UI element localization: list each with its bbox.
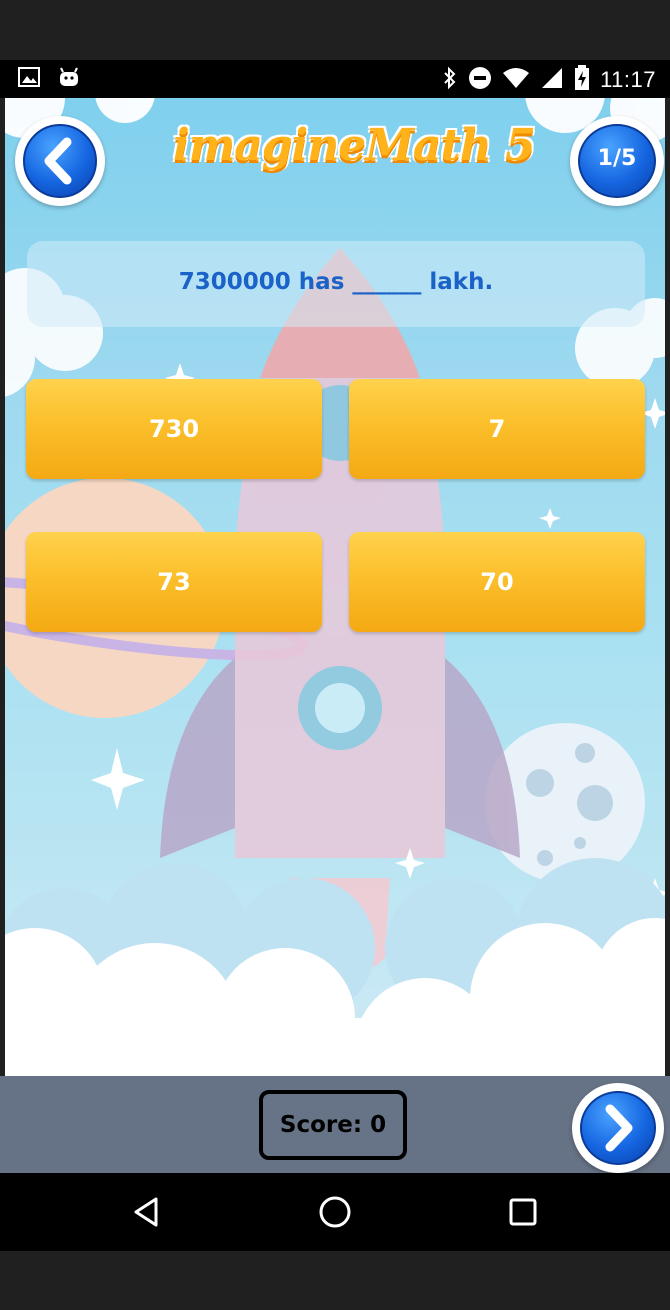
- android-icon: [58, 67, 80, 91]
- question-counter-text: 1/5: [597, 146, 637, 171]
- bluetooth-icon: [442, 66, 458, 94]
- question-text: 7300000 has ______ lakh.: [178, 269, 494, 295]
- battery-charging-icon: [574, 65, 590, 95]
- status-bar: 11:17: [0, 60, 670, 98]
- option-button-2[interactable]: 7: [349, 379, 645, 479]
- next-button[interactable]: [572, 1083, 664, 1173]
- chevron-left-icon: [44, 137, 72, 185]
- option-button-1[interactable]: 730: [26, 379, 322, 479]
- signal-icon: [540, 66, 564, 94]
- score-display: Score: 0: [259, 1090, 407, 1160]
- navigation-bar: [0, 1173, 670, 1251]
- app-title: imagineMath 5: [173, 120, 536, 171]
- footer-bar: Score: 0: [0, 1076, 670, 1173]
- back-button[interactable]: [15, 116, 105, 206]
- game-area: imagineMath 5 1/5 7300000 has ______ lak…: [5, 98, 665, 1076]
- option-button-4[interactable]: 70: [349, 532, 645, 632]
- image-icon: [18, 67, 40, 91]
- wifi-icon: [502, 66, 530, 94]
- option-button-3[interactable]: 73: [26, 532, 322, 632]
- recents-square-icon[interactable]: [508, 1197, 538, 1227]
- top-frame: [0, 0, 670, 60]
- chevron-right-icon: [605, 1104, 633, 1152]
- back-triangle-icon[interactable]: [130, 1195, 164, 1229]
- home-circle-icon[interactable]: [318, 1195, 352, 1229]
- do-not-disturb-icon: [468, 66, 492, 94]
- bottom-frame: [0, 1251, 670, 1310]
- clock: 11:17: [600, 67, 656, 92]
- question-counter: 1/5: [570, 116, 664, 206]
- question-panel: 7300000 has ______ lakh.: [27, 241, 645, 327]
